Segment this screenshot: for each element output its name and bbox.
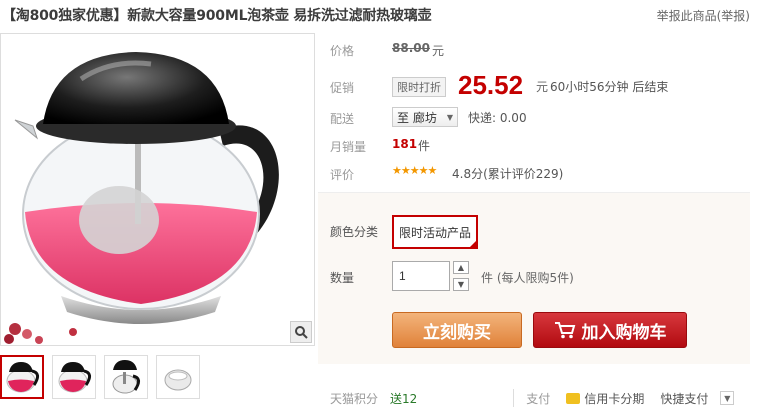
add-to-cart-button[interactable]: 加入购物车 [533,312,687,348]
teapot-parts-thumb-icon [112,360,140,394]
sku-option-label: 限时活动产品 [398,225,471,240]
divider [513,389,515,407]
infuser-thumb-icon [164,369,192,391]
sales-label: 月销量 [330,140,367,154]
promo-price: 25.52 [458,70,524,100]
teapot-thumb-icon [58,362,91,393]
review-label: 评价 [330,168,355,182]
thumbnail-4[interactable] [156,355,200,399]
zoom-button[interactable] [290,321,312,343]
chevron-down-icon: ▼ [446,112,453,122]
price-label: 价格 [330,44,355,58]
qty-decrease-button[interactable]: ▼ [453,278,469,291]
credit-card-icon [566,392,581,404]
buy-now-label: 立刻购买 [423,322,491,343]
points-value: 送12 [390,391,418,406]
promo-unit: 元 [536,80,549,94]
ship-fee: 快递: 0.00 [468,111,527,125]
star-rating-icon: ★★★★★ [392,164,437,177]
credit-installment-link[interactable]: 信用卡分期 [584,390,644,407]
promo-label: 促销 [330,81,355,95]
thumbnail-3[interactable] [104,355,148,399]
qty-increase-button[interactable]: ▲ [453,261,469,274]
original-price: 88.00 [392,41,430,55]
rating-summary[interactable]: 4.8分(累计评价229) [452,165,563,182]
countdown: 60小时56分钟 后结束 [550,80,669,94]
teapot-image [4,52,279,344]
thumbnail-strip [0,355,200,399]
chevron-up-icon: ▲ [457,263,465,272]
sales-count: 181 [392,137,418,151]
buy-now-button[interactable]: 立刻购买 [392,312,522,348]
ship-destination-select[interactable]: 至 廊坊 ▼ [392,107,458,127]
sales-unit: 件 [418,139,431,153]
magnifier-icon [295,326,308,339]
quick-pay-link[interactable]: 快捷支付 [660,390,708,407]
ship-label: 配送 [330,112,355,126]
sku-option-selected[interactable]: 限时活动产品 [392,215,478,249]
chevron-down-icon: ▼ [457,280,465,289]
price-unit: 元 [432,44,445,58]
qty-label: 数量 [330,271,355,285]
points-label: 天猫积分 [330,391,379,406]
footer-row: 天猫积分 送12 支付 信用卡分期 快捷支付 ▼ [318,383,758,413]
product-title: 【淘800独家优惠】新款大容量900ML泡茶壶 易拆洗过滤耐热玻璃壶 [2,8,432,24]
quantity-input[interactable] [392,261,450,291]
add-to-cart-label: 加入购物车 [581,322,667,343]
expand-chevron-icon[interactable]: ▼ [720,391,735,405]
color-label: 颜色分类 [330,225,379,239]
ship-destination-value: 至 廊坊 [397,110,437,125]
report-link[interactable]: 举报此商品(举报) [657,7,750,24]
qty-limit-note: 件 (每人限购5件) [481,271,574,285]
selected-check-icon [468,239,478,249]
thumbnail-2[interactable] [52,355,96,399]
cart-icon [554,322,575,339]
teapot-thumb-icon [6,362,39,393]
promo-tag: 限时打折 [392,77,446,97]
thumbnail-1[interactable] [0,355,44,399]
main-product-image[interactable] [0,33,315,346]
pay-label: 支付 [526,391,551,406]
